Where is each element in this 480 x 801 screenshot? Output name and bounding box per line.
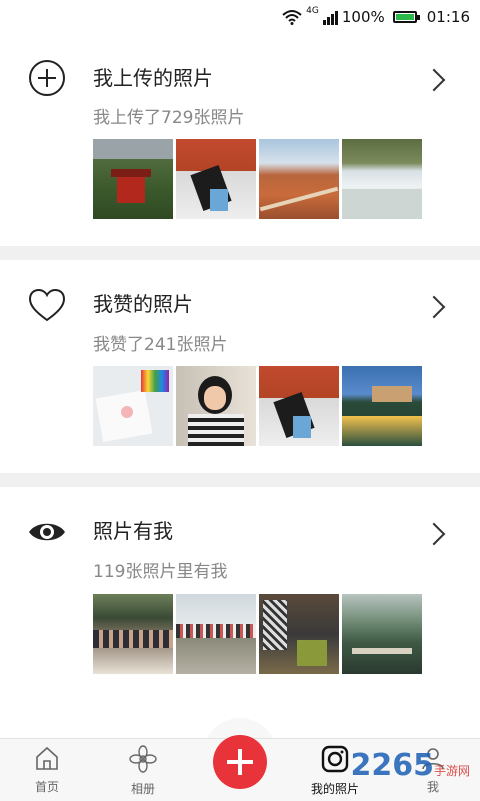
- battery-icon: [392, 11, 420, 23]
- section-photos-with-me[interactable]: 照片有我 119张照片里有我: [0, 487, 480, 727]
- photo-thumbnail[interactable]: [342, 139, 422, 219]
- section-liked[interactable]: 我赞的照片 我赞了241张照片: [0, 260, 480, 473]
- status-bar: 4G 100% 01:16: [0, 0, 480, 34]
- watermark-text: 2265: [350, 748, 434, 783]
- photo-thumbnail[interactable]: [259, 366, 339, 446]
- photo-thumbnail[interactable]: [259, 594, 339, 674]
- photo-thumbnail[interactable]: [342, 366, 422, 446]
- nav-home-label: 首页: [34, 780, 59, 794]
- photo-thumbnail[interactable]: [93, 366, 173, 446]
- section-subtitle: 我赞了241张照片: [93, 335, 228, 355]
- chevron-right-icon[interactable]: [422, 295, 446, 319]
- section-uploaded[interactable]: 我上传的照片 我上传了729张照片: [0, 34, 480, 246]
- photo-thumbnail[interactable]: [176, 139, 256, 219]
- section-title: 我赞的照片: [93, 292, 193, 316]
- camera-icon: [321, 745, 349, 773]
- chevron-right-icon[interactable]: [422, 522, 446, 546]
- nav-home[interactable]: 首页: [2, 745, 92, 795]
- watermark: 2265手游网: [350, 748, 470, 783]
- photo-thumbnail[interactable]: [176, 366, 256, 446]
- section-title: 我上传的照片: [93, 66, 213, 90]
- photo-thumbnail[interactable]: [93, 139, 173, 219]
- signal-icon: [322, 9, 338, 25]
- clock: 01:16: [426, 8, 470, 26]
- network-type: 4G: [306, 6, 319, 16]
- flower-icon: [129, 745, 157, 773]
- photo-thumbnail[interactable]: [176, 594, 256, 674]
- photo-thumbnail[interactable]: [342, 594, 422, 674]
- watermark-sub: 手游网: [433, 764, 470, 778]
- photo-thumbnail[interactable]: [259, 139, 339, 219]
- heart-icon: [28, 288, 66, 322]
- section-divider: [0, 473, 480, 487]
- photo-thumbnail[interactable]: [93, 594, 173, 674]
- add-circle-icon: [29, 60, 65, 96]
- battery-percent: 100%: [341, 8, 385, 26]
- section-title: 照片有我: [93, 519, 173, 543]
- wifi-icon: [282, 10, 302, 25]
- nav-album-label: 相册: [130, 782, 155, 796]
- home-icon: [36, 746, 58, 770]
- section-subtitle: 119张照片里有我: [93, 562, 228, 582]
- section-divider: [0, 246, 480, 260]
- eye-icon: [29, 523, 65, 541]
- add-button[interactable]: [213, 735, 267, 789]
- chevron-right-icon[interactable]: [422, 68, 446, 92]
- section-subtitle: 我上传了729张照片: [93, 108, 245, 128]
- nav-album[interactable]: 相册: [98, 745, 188, 797]
